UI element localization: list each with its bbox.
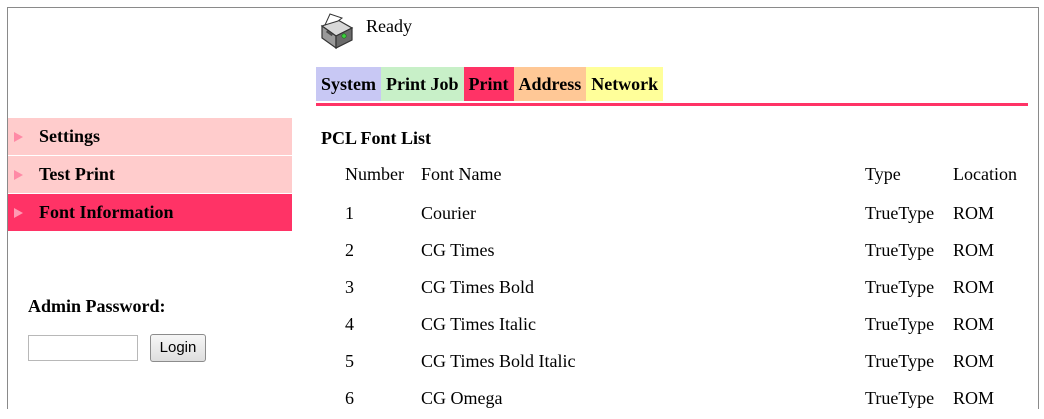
font-number: 6 [345,388,354,408]
font-name: CG Times Italic [421,314,537,334]
font-name: CG Times [421,240,495,260]
font-name: Courier [421,203,476,223]
font-location: ROM [953,240,995,260]
column-header-location: Location [953,164,1017,184]
tab-system[interactable]: System [316,67,381,101]
font-location: ROM [953,351,995,371]
arrow-right-icon [14,169,23,180]
printer-icon [320,13,354,50]
tab-underline [316,103,1028,106]
column-header-type: Type [865,164,901,184]
tab-address[interactable]: Address [513,67,587,101]
printer-status: Ready [316,12,412,52]
font-number: 5 [345,351,354,371]
sidebar-item-test-print[interactable]: Test Print [8,156,292,193]
column-header-number: Number [345,164,404,184]
status-text: Ready [366,16,412,36]
sidebar-item-label: Settings [39,126,101,146]
font-name: CG Omega [421,388,503,408]
font-location: ROM [953,203,995,223]
login-button[interactable]: Login [150,334,206,362]
sidebar-item-label: Font Information [39,202,174,222]
font-type: TrueType [865,203,935,223]
admin-password-input[interactable] [28,335,138,361]
font-location: ROM [953,388,995,408]
sidebar-item-settings[interactable]: Settings [8,118,292,155]
font-type: TrueType [865,240,935,260]
main-tabs: System Print Job Print Address Network [316,67,664,101]
font-type: TrueType [865,388,935,408]
font-number: 1 [345,203,354,223]
tab-network[interactable]: Network [586,67,664,101]
tab-print-job[interactable]: Print Job [381,67,464,101]
admin-password-label: Admin Password: [28,296,166,316]
font-type: TrueType [865,351,935,371]
font-type: TrueType [865,277,935,297]
tab-print[interactable]: Print [463,67,514,101]
sidebar: Settings Test Print Font Information [8,118,292,232]
sidebar-item-font-information[interactable]: Font Information [8,194,292,231]
font-location: ROM [953,277,995,297]
font-location: ROM [953,314,995,334]
font-number: 3 [345,277,354,297]
font-name: CG Times Bold Italic [421,351,576,371]
sidebar-item-label: Test Print [39,164,115,184]
font-number: 4 [345,314,354,334]
arrow-right-icon [14,207,23,218]
font-type: TrueType [865,314,935,334]
page-title: PCL Font List [321,128,432,148]
font-number: 2 [345,240,354,260]
arrow-right-icon [14,131,23,142]
column-header-font-name: Font Name [421,164,502,184]
font-name: CG Times Bold [421,277,535,297]
